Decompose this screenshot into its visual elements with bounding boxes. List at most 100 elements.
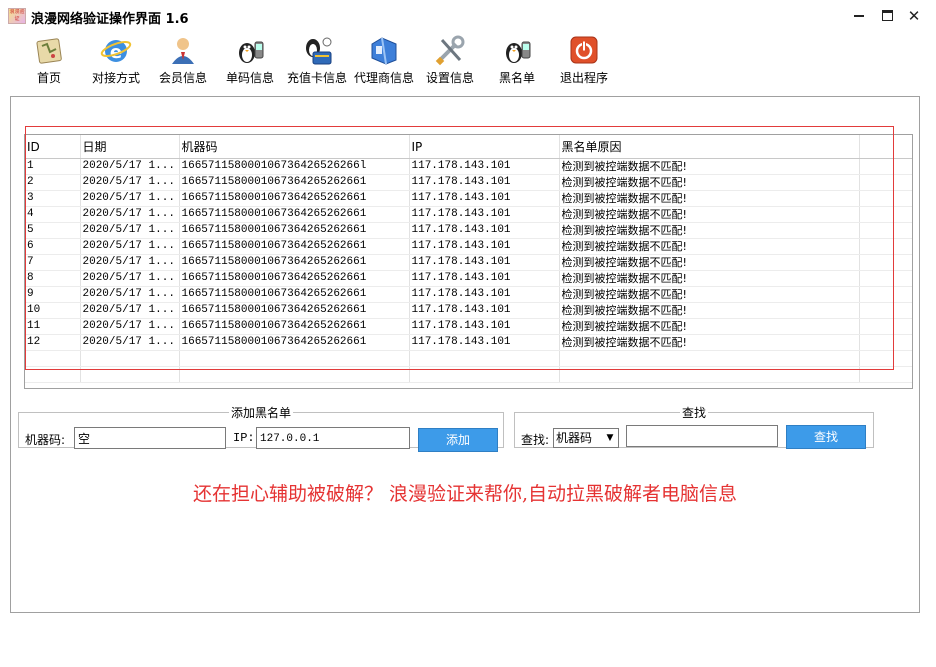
cell-machine-code: 1665711580001067364265262661 [179,190,410,207]
toolbar-exit-button[interactable]: 退出程序 [558,34,610,86]
minimize-button[interactable] [848,6,870,26]
cell-empty [859,350,912,367]
maximize-icon [881,10,893,21]
cell-machine-code: 1665711580001067364265262661 [179,302,410,319]
cell-date: 2020/5/17 1... [80,238,180,255]
add-blacklist-group: 添加黑名单 机器码: 空 IP: 127.0.0.1 添加 [18,404,504,452]
table-row[interactable]: 12 2020/5/17 1... 166571158000106736426526… [25,334,912,351]
table-row[interactable]: 11 2020/5/17 1... 166571158000106736426526… [25,318,912,335]
table-row[interactable]: 5 2020/5/17 1... 1665711580001067364265262… [25,222,912,239]
cell-ip: 117.178.143.101 [409,238,560,255]
minimize-icon [854,14,864,17]
toolbar-singlecode-button[interactable]: 单码信息 [224,34,276,86]
toolbar-connect-button[interactable]: e 对接方式 [89,34,143,86]
cell-filler [859,270,912,287]
table-row[interactable]: 6 2020/5/17 1... 1665711580001067364265262… [25,238,912,255]
recharge-card-icon [301,34,333,66]
cell-id: 5 [25,222,81,239]
cell-reason: 检测到被控端数据不匹配! [559,190,860,207]
cell-machine-code: 1665711580001067364265262661 [179,222,410,239]
toolbar-agent-button[interactable]: 代理商信息 [353,34,415,86]
table-row[interactable]: 3 2020/5/17 1... 1665711580001067364265262… [25,190,912,207]
toolbar-blacklist-button[interactable]: 黑名单 [496,34,538,86]
cell-ip: 117.178.143.101 [409,334,560,351]
toolbar-home-button[interactable]: 首页 [29,34,69,86]
column-header-filler [859,135,912,159]
cell-reason: 检测到被控端数据不匹配! [559,318,860,335]
maximize-button[interactable] [876,6,898,26]
cell-reason: 检测到被控端数据不匹配! [559,206,860,223]
cell-machine-code: 1665711580001067364265262661 [179,254,410,271]
cell-date: 2020/5/17 1... [80,254,180,271]
promo-slogan: 还在担心辅助被破解？ 浪漫验证来帮你,自动拉黑破解者电脑信息 [192,483,738,505]
find-group: 查找 查找: 机器码 ▼ 查找 [514,404,874,449]
cell-id: 4 [25,206,81,223]
agent-folder-icon [368,34,400,66]
toolbar-label: 会员信息 [158,71,207,85]
toolbar-settings-button[interactable]: 设置信息 [424,34,476,86]
cell-empty [80,350,180,367]
blacklist-table[interactable]: ID 日期 机器码 IP 黑名单原因 1 2020/5/17 1... 166571… [24,134,913,389]
cell-empty [25,350,81,367]
cell-empty [25,366,81,383]
toolbar-label: 首页 [36,71,61,85]
cell-machine-code: 1665711580001067364265262661 [179,334,410,351]
cell-filler [859,158,912,175]
column-header-date[interactable]: 日期 [80,135,180,159]
cell-filler [859,190,912,207]
cell-reason: 检测到被控端数据不匹配! [559,254,860,271]
table-row[interactable]: 1 2020/5/17 1... 1665711580001067364265262… [25,158,912,175]
cell-date: 2020/5/17 1... [80,302,180,319]
table-row[interactable]: 7 2020/5/17 1... 1665711580001067364265262… [25,254,912,271]
cell-filler [859,206,912,223]
toolbar-member-button[interactable]: 会员信息 [157,34,209,86]
column-header-reason[interactable]: 黑名单原因 [559,135,860,159]
cell-empty [179,366,410,383]
cell-empty [80,366,180,383]
toolbar-label: 退出程序 [559,71,608,85]
column-header-machine-code[interactable]: 机器码 [179,135,410,159]
cell-filler [859,174,912,191]
title-bar: 浪漫验证 浪漫网络验证操作界面 1.6 ✕ [0,0,936,32]
cell-filler [859,254,912,271]
cell-id: 11 [25,318,81,335]
table-header-row: ID 日期 机器码 IP 黑名单原因 [25,135,912,159]
find-field-select-value: 机器码 [556,431,593,445]
table-row[interactable]: 8 2020/5/17 1... 1665711580001067364265262… [25,270,912,287]
cell-empty [409,350,560,367]
cell-ip: 117.178.143.101 [409,254,560,271]
toolbar-recharge-button[interactable]: 充值卡信息 [286,34,348,86]
machine-code-input[interactable]: 空 [74,427,226,449]
cell-date: 2020/5/17 1... [80,206,180,223]
blacklist-penguin-icon [501,34,533,66]
table-row[interactable]: 10 2020/5/17 1... 166571158000106736426526… [25,302,912,319]
cell-date: 2020/5/17 1... [80,334,180,351]
cell-filler [859,222,912,239]
ip-input[interactable]: 127.0.0.1 [256,427,410,449]
column-header-ip[interactable]: IP [409,135,560,159]
table-row[interactable]: 2 2020/5/17 1... 1665711580001067364265262… [25,174,912,191]
cell-date: 2020/5/17 1... [80,174,180,191]
main-panel: ID 日期 机器码 IP 黑名单原因 1 2020/5/17 1... 166571… [10,96,920,613]
search-input[interactable] [626,425,778,447]
cell-machine-code: 1665711580001067364265262661 [179,174,410,191]
cell-reason: 检测到被控端数据不匹配! [559,270,860,287]
find-field-select[interactable]: 机器码 ▼ [553,428,619,448]
table-row[interactable]: 9 2020/5/17 1... 1665711580001067364265262… [25,286,912,303]
cell-reason: 检测到被控端数据不匹配! [559,174,860,191]
close-button[interactable]: ✕ [903,6,925,26]
table-row[interactable]: 4 2020/5/17 1... 1665711580001067364265262… [25,206,912,223]
cell-reason: 检测到被控端数据不匹配! [559,222,860,239]
cell-ip: 117.178.143.101 [409,318,560,335]
toolbar-label: 设置信息 [425,71,474,85]
cell-machine-code: 1665711580001067364265262661 [179,270,410,287]
find-button[interactable]: 查找 [786,425,866,449]
add-blacklist-legend: 添加黑名单 [230,406,291,420]
cell-date: 2020/5/17 1... [80,270,180,287]
cell-empty [559,350,860,367]
find-legend: 查找 [681,406,706,420]
column-header-id[interactable]: ID [25,135,81,159]
cell-machine-code: 1665711580001067364265262661 [179,206,410,223]
add-button[interactable]: 添加 [418,428,498,452]
app-logo-icon: 浪漫验证 [8,8,26,24]
